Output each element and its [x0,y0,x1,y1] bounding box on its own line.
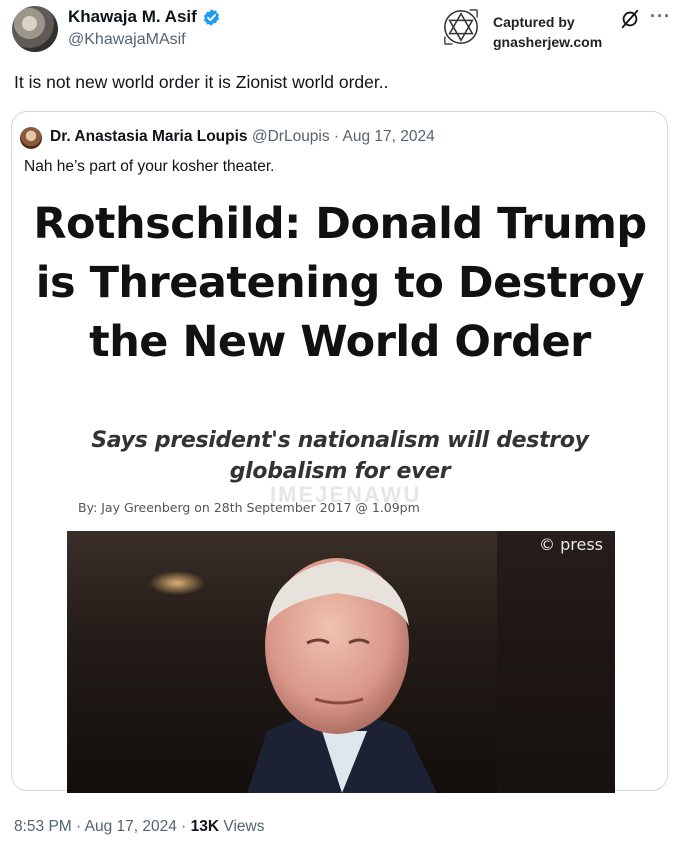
capture-watermark: Captured by gnasherjew.com [493,12,602,52]
star-of-david-logo-icon [444,9,478,45]
tweet-timestamp[interactable]: 8:53 PM · Aug 17, 2024 · [14,818,191,835]
quoted-author-meta[interactable]: @DrLoupis · Aug 17, 2024 [252,128,435,145]
verified-badge-icon [203,8,219,26]
watermark-line1: Captured by [493,14,575,30]
portrait-photo[interactable] [67,531,615,793]
tweet-text: It is not new world order it is Zionist … [14,72,389,92]
author-avatar[interactable] [12,6,58,52]
quoted-author-header: Dr. Anastasia Maria Loupis @DrLoupis · A… [50,128,435,146]
tweet-footer: 8:53 PM · Aug 17, 2024 · 13K Views [14,818,264,836]
portrait-illustration [149,531,615,793]
author-name-row: Khawaja M. Asif [68,7,221,27]
views-count: 13K [190,818,220,835]
views-label: Views [219,818,265,835]
more-options-icon[interactable]: ··· [650,6,671,27]
image-subhead: Says president's nationalism will destro… [91,428,589,484]
photo-credit: © press [539,535,603,554]
author-display-name[interactable]: Khawaja M. Asif [68,7,197,27]
watermark-line2: gnasherjew.com [493,34,603,50]
quoted-author-avatar[interactable] [20,127,42,149]
quoted-author-name[interactable]: Dr. Anastasia Maria Loupis [50,128,248,145]
quoted-tweet-text: Nah he’s part of your kosher theater. [24,158,275,175]
author-handle[interactable]: @KhawajaMAsif [68,31,186,49]
image-headline: Rothschild: Donald Trump is Threatening … [33,199,647,367]
image-byline: By: Jay Greenberg on 28th September 2017… [78,500,420,515]
grok-icon[interactable] [619,8,641,30]
